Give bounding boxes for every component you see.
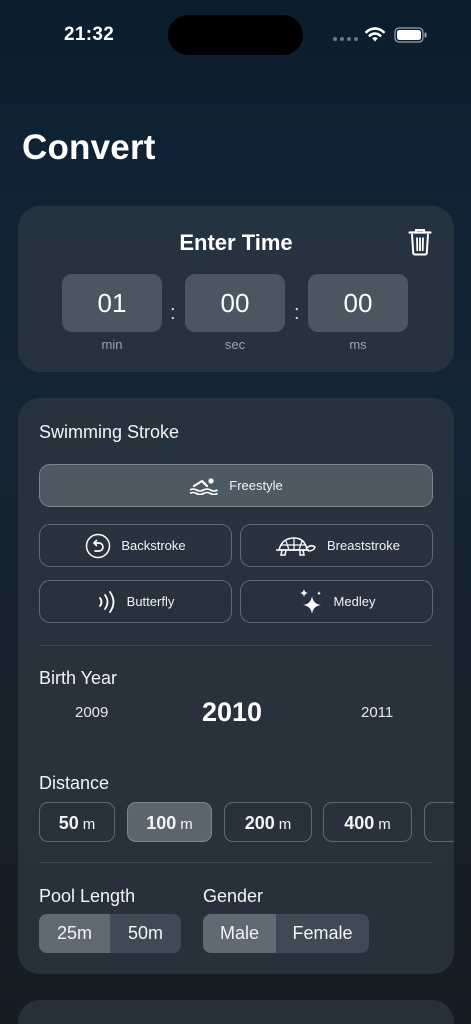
divider — [39, 862, 433, 863]
distance-value: 400 — [344, 813, 375, 833]
distance-unit: m — [180, 816, 193, 833]
seconds-field[interactable]: 00 — [185, 274, 285, 332]
stroke-option-label: Medley — [333, 594, 376, 609]
birth-year-prev[interactable]: 2009 — [75, 704, 108, 721]
sparkles-icon — [299, 588, 321, 614]
stroke-option-breaststroke[interactable]: Breaststroke — [240, 524, 433, 567]
time-separator: : — [294, 302, 300, 324]
seconds-unit-label: sec — [224, 337, 246, 352]
swimmer-icon — [189, 477, 219, 495]
birth-year-next[interactable]: 2011 — [361, 704, 393, 721]
milliseconds-field[interactable]: 00 — [308, 274, 408, 332]
birth-year-label: Birth Year — [39, 668, 118, 688]
gender-label: Gender — [203, 886, 264, 906]
wave-arcs-icon — [98, 590, 115, 613]
time-entry-card: Enter Time 01 : 00 : 00 min sec ms — [18, 206, 454, 372]
distance-option-200[interactable]: 200 m — [224, 802, 312, 842]
pool-length-segmented-control: 25m 50m — [39, 914, 181, 953]
pool-length-option-25m[interactable]: 25m — [39, 914, 110, 953]
turtle-icon — [276, 536, 316, 556]
time-separator: : — [170, 302, 176, 324]
distance-value: 50 — [58, 813, 79, 833]
stroke-option-butterfly[interactable]: Butterfly — [39, 580, 232, 623]
next-card — [18, 1000, 454, 1024]
stroke-option-label: Backstroke — [121, 538, 186, 553]
page-title: Convert — [22, 128, 156, 167]
distance-unit: m — [378, 816, 391, 833]
stroke-section-label: Swimming Stroke — [39, 422, 180, 442]
distance-option-overflow[interactable] — [424, 802, 454, 842]
stroke-option-medley[interactable]: Medley — [240, 580, 433, 623]
distance-value: 200 — [244, 813, 275, 833]
minutes-field[interactable]: 01 — [62, 274, 162, 332]
distance-unit: m — [82, 816, 96, 833]
divider — [39, 645, 433, 646]
distance-value: 100 — [146, 813, 177, 833]
status-time: 21:32 — [64, 24, 115, 45]
gender-option-female[interactable]: Female — [276, 914, 369, 953]
wifi-icon — [365, 27, 385, 42]
time-card-title: Enter Time — [179, 230, 293, 255]
distance-option-100[interactable]: 100 m — [127, 802, 212, 842]
circular-arrow-icon — [86, 533, 111, 558]
stroke-option-backstroke[interactable]: Backstroke — [39, 524, 232, 567]
gender-segmented-control: Male Female — [203, 914, 369, 953]
minutes-unit-label: min — [101, 337, 123, 352]
stroke-option-label: Freestyle — [229, 478, 283, 493]
stroke-option-freestyle[interactable]: Freestyle — [39, 464, 433, 507]
stroke-option-label: Breaststroke — [327, 538, 400, 553]
milliseconds-unit-label: ms — [349, 337, 367, 352]
trash-icon[interactable] — [408, 228, 432, 256]
pool-length-option-50m[interactable]: 50m — [110, 914, 181, 953]
battery-icon — [394, 27, 427, 43]
settings-card: Swimming Stroke Freestyle Backstroke Bre… — [18, 398, 454, 974]
gender-option-male[interactable]: Male — [203, 914, 276, 953]
distance-option-50[interactable]: 50 m — [39, 802, 115, 842]
distance-label: Distance — [39, 773, 110, 793]
dynamic-island — [168, 15, 303, 55]
distance-unit: m — [278, 816, 292, 833]
stroke-option-label: Butterfly — [126, 594, 175, 609]
distance-option-400[interactable]: 400 m — [323, 802, 412, 842]
pool-length-label: Pool Length — [39, 886, 136, 906]
status-bar: 21:32 — [0, 0, 471, 70]
birth-year-selected[interactable]: 2010 — [202, 697, 262, 728]
cellular-signal-icon — [333, 37, 358, 41]
